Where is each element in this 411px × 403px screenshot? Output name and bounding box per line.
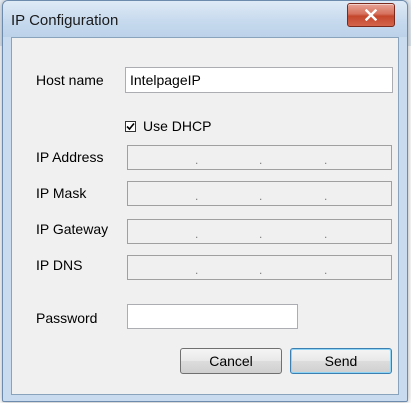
ip-address-label: IP Address	[36, 149, 104, 165]
ip-mask-separator-3: .	[324, 189, 328, 203]
window-title: IP Configuration	[11, 12, 119, 29]
password-input[interactable]	[127, 304, 298, 329]
ip-mask-separator-1: .	[195, 189, 199, 203]
ip-address-field: . . .	[127, 145, 392, 170]
host-name-label: Host name	[36, 72, 104, 88]
ip-address-separator-2: .	[259, 153, 263, 167]
ip-dns-label: IP DNS	[36, 257, 83, 273]
ip-dns-field: . . .	[127, 255, 392, 280]
title-bar[interactable]: IP Configuration	[3, 1, 407, 37]
use-dhcp-checkbox[interactable]: Use DHCP	[125, 118, 211, 134]
ip-gateway-label: IP Gateway	[36, 221, 109, 237]
send-button[interactable]: Send	[290, 348, 392, 374]
use-dhcp-checkbox-box[interactable]	[125, 120, 136, 132]
password-label: Password	[36, 310, 98, 326]
dialog-body: Host name Use DHCP IP Address . . . IP M…	[11, 37, 399, 395]
ip-configuration-dialog: IP Configuration Host name Use DHCP IP A…	[2, 0, 408, 402]
ip-dns-separator-1: .	[195, 263, 199, 277]
ip-gateway-separator-3: .	[324, 227, 328, 241]
ip-gateway-separator-2: .	[259, 227, 263, 241]
ip-dns-separator-2: .	[259, 263, 263, 277]
cancel-button[interactable]: Cancel	[180, 348, 282, 374]
ip-gateway-separator-1: .	[195, 227, 199, 241]
ip-address-separator-3: .	[324, 153, 328, 167]
ip-mask-label: IP Mask	[36, 185, 87, 201]
ip-dns-separator-3: .	[324, 263, 328, 277]
close-icon	[365, 9, 377, 21]
host-name-input[interactable]	[125, 67, 393, 93]
ip-mask-field: . . .	[127, 181, 392, 206]
checkmark-icon	[126, 122, 135, 130]
ip-address-separator-1: .	[195, 153, 199, 167]
use-dhcp-label: Use DHCP	[143, 118, 212, 134]
ip-gateway-field: . . .	[127, 219, 392, 244]
ip-mask-separator-2: .	[259, 189, 263, 203]
close-button[interactable]	[347, 3, 395, 27]
